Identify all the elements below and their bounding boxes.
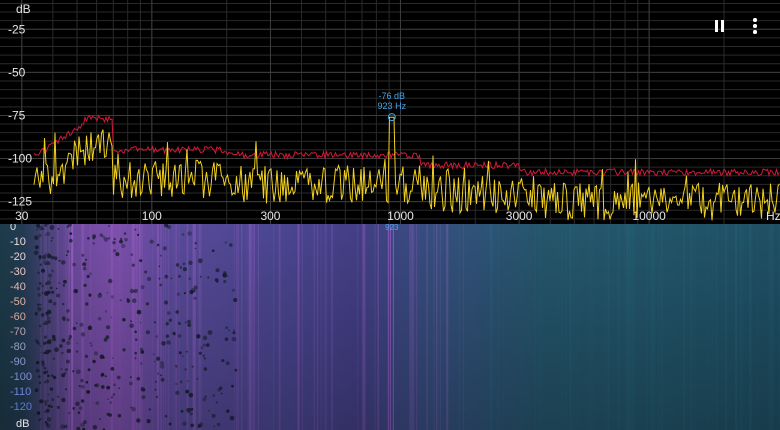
db-tick-label: -25: [8, 22, 26, 36]
freq-tick-label: 300: [260, 209, 280, 223]
spectrogram-db-unit-label: dB: [16, 418, 29, 430]
freq-tick-label: 1000: [387, 209, 414, 223]
spectrogram-db-tick-label: -60: [10, 311, 26, 323]
spectrogram-db-tick-label: 0: [10, 224, 16, 233]
spectrogram-db-tick-label: -50: [10, 296, 26, 308]
spectrogram-db-tick-label: -70: [10, 326, 26, 338]
spectrogram-db-tick-label: -90: [10, 356, 26, 368]
db-tick-label: -75: [8, 108, 26, 122]
freq-tick-label: 100: [142, 209, 162, 223]
spectrogram-waterfall[interactable]: 0 -10 -20 -30 -40 -50 -60 -70 -80 -90 -100 -110 -120…: [0, 224, 780, 430]
spectrogram-db-tick-label: -20: [10, 251, 26, 263]
spectrogram-db-tick-label: -30: [10, 266, 26, 278]
db-tick-label: -100: [8, 152, 32, 166]
spectrogram-cursor-label: 923: [385, 224, 399, 232]
spectrogram-db-tick-label: -80: [10, 341, 26, 353]
peak-marker-db-label: -76 dB: [379, 91, 406, 101]
spectrogram-db-tick-label: -10: [10, 236, 26, 248]
freq-tick-label: 30: [15, 209, 29, 223]
more-options-button[interactable]: [748, 16, 762, 36]
pause-button[interactable]: [712, 16, 726, 36]
freq-tick-label: 3000: [506, 209, 533, 223]
spectrogram-db-tick-label: -100: [10, 371, 32, 383]
spectrogram-db-tick-label: -110: [10, 386, 31, 398]
db-tick-label: -125: [8, 195, 32, 209]
spectrum-freq-unit-label: Hz: [766, 209, 780, 223]
spectrum-db-unit-label: dB: [16, 2, 31, 16]
spectrum-graph[interactable]: dB -25-50-75-100-125 30 100 300 1000 3000 100…: [0, 0, 780, 224]
peak-marker-freq-label: 923 Hz: [378, 101, 407, 111]
spectrogram-db-tick-label: -40: [10, 281, 26, 293]
db-tick-label: -50: [8, 65, 26, 79]
spectrogram-db-tick-label: -120: [10, 401, 32, 413]
